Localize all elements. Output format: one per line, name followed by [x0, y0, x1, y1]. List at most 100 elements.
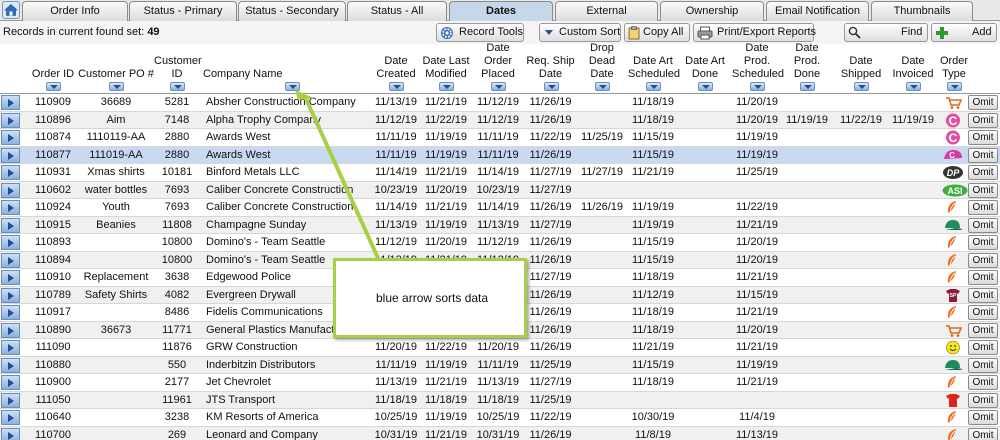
omit-button[interactable]: Omit — [968, 322, 998, 338]
omit-button[interactable]: Omit — [968, 305, 998, 320]
tab-status-primary[interactable]: Status - Primary — [129, 1, 237, 21]
sort-order-type-button[interactable] — [947, 82, 962, 91]
cell-po: 111019-AA — [89, 148, 143, 161]
tab-dates[interactable]: Dates — [449, 1, 553, 22]
record-tools-button[interactable]: Record Tools — [436, 23, 524, 42]
table-row[interactable]: 110877 111019-AA 2880 Awards West 11/11/19 11… — [0, 146, 1000, 164]
table-row[interactable]: 110874 1110119-AA 2880 Awards West 11/11/19 1… — [0, 129, 1000, 147]
go-to-record-arrow-icon[interactable] — [1, 392, 20, 408]
go-to-record-arrow-icon[interactable] — [1, 95, 20, 110]
go-to-record-arrow-icon[interactable] — [1, 252, 20, 268]
sort-placed-button[interactable] — [491, 82, 506, 91]
home-icon[interactable] — [2, 1, 20, 19]
omit-button[interactable]: Omit — [968, 200, 998, 215]
table-row[interactable]: 111090 11876 GRW Construction 11/20/19 11/22… — [0, 339, 1000, 357]
sort-drop-dead-button[interactable] — [595, 82, 610, 91]
sort-art-sched-button[interactable] — [646, 82, 661, 91]
go-to-record-arrow-icon[interactable] — [1, 130, 20, 145]
sort-order-id-button[interactable] — [46, 82, 61, 91]
svg-text:C: C — [949, 151, 955, 160]
tab-thumbnails[interactable]: Thumbnails — [871, 1, 973, 21]
sort-prod-sched-button[interactable] — [750, 82, 765, 91]
go-to-record-arrow-icon[interactable] — [1, 340, 20, 355]
omit-button[interactable]: Omit — [968, 392, 998, 408]
go-to-record-arrow-icon[interactable] — [1, 427, 20, 440]
sort-company-button[interactable] — [285, 82, 300, 91]
table-row[interactable]: 110896 Aim 7148 Alpha Trophy Company 11/12/1… — [0, 111, 1000, 129]
go-to-record-arrow-icon[interactable] — [1, 410, 20, 425]
cell-order-id: 110894 — [35, 253, 71, 266]
omit-button[interactable]: Omit — [968, 340, 998, 355]
cell-art-sched: 11/18/19 — [631, 376, 674, 388]
tab-ownership[interactable]: Ownership — [660, 1, 764, 21]
tab-status-secondary[interactable]: Status - Secondary — [238, 1, 346, 21]
sort-invoiced-button[interactable] — [906, 82, 921, 91]
table-row[interactable]: 110931 Xmas shirts 10181 Binford Metals LLC… — [0, 164, 1000, 182]
sort-created-button[interactable] — [389, 82, 404, 91]
custom-sort-button[interactable]: Custom Sort — [539, 23, 621, 42]
omit-button[interactable]: Omit — [968, 270, 998, 285]
tab-external[interactable]: External — [555, 1, 658, 21]
tab-status-all[interactable]: Status - All — [347, 1, 447, 21]
go-to-record-arrow-icon[interactable] — [1, 182, 20, 198]
go-to-record-arrow-icon[interactable] — [1, 147, 20, 163]
go-to-record-arrow-icon[interactable] — [1, 200, 20, 215]
cell-modified: 11/21/19 — [424, 166, 467, 178]
table-row[interactable]: 110900 2177 Jet Chevrolet 11/13/19 11/21/19 1… — [0, 374, 1000, 392]
go-to-record-arrow-icon[interactable] — [1, 305, 20, 320]
sort-shipped-button[interactable] — [854, 82, 869, 91]
go-to-record-arrow-icon[interactable] — [1, 235, 20, 250]
go-to-record-arrow-icon[interactable] — [1, 287, 20, 303]
table-row[interactable]: 110915 Beanies 11808 Champagne Sunday 11/13/… — [0, 216, 1000, 234]
cell-prod-sched: 11/21/19 — [735, 376, 778, 388]
sort-art-done-button[interactable] — [698, 82, 713, 91]
omit-button[interactable]: Omit — [968, 112, 998, 128]
omit-button[interactable]: Omit — [968, 287, 998, 303]
omit-button[interactable]: Omit — [968, 147, 998, 163]
add-button[interactable]: Add — [931, 23, 997, 42]
table-row[interactable]: 110924 Youth 7693 Caliber Concrete Construc… — [0, 199, 1000, 217]
table-row[interactable]: 110909 36689 5281 Absher Construction Compa… — [0, 94, 1000, 112]
sort-cust-id-button[interactable] — [170, 82, 185, 91]
omit-button[interactable]: Omit — [968, 165, 998, 180]
omit-button[interactable]: Omit — [968, 252, 998, 268]
go-to-record-arrow-icon[interactable] — [1, 217, 20, 233]
sort-po-button[interactable] — [109, 82, 124, 91]
print-export-button[interactable]: Print/Export Reports — [693, 23, 816, 42]
table-row[interactable]: 110893 10800 Domino's - Team Seattle 11/12/… — [0, 234, 1000, 252]
cell-placed: 10/25/19 — [476, 411, 520, 423]
omit-button[interactable]: Omit — [968, 217, 998, 233]
go-to-record-arrow-icon[interactable] — [1, 112, 20, 128]
go-to-record-arrow-icon[interactable] — [1, 357, 20, 373]
omit-button[interactable]: Omit — [968, 410, 998, 425]
find-button[interactable]: Find — [844, 23, 928, 42]
copy-all-button[interactable]: Copy All — [624, 23, 690, 42]
omit-button[interactable]: Omit — [968, 182, 998, 198]
go-to-record-arrow-icon[interactable] — [1, 165, 20, 180]
table-row[interactable]: 111050 11961 JTS Transport 11/18/19 11/18/19… — [0, 391, 1000, 409]
tab-email-notification[interactable]: Email Notification — [766, 1, 869, 21]
omit-button[interactable]: Omit — [968, 375, 998, 390]
tab-order-info[interactable]: Order Info — [22, 1, 128, 21]
column-header-prod-sched: Date Prod. Scheduled — [732, 42, 784, 80]
omit-button[interactable]: Omit — [968, 427, 998, 440]
table-row[interactable]: 110602 water bottles 7693 Caliber Concrete … — [0, 181, 1000, 199]
table-row[interactable]: 110880 550 Inderbitzin Distributors 11/11/1… — [0, 356, 1000, 374]
sort-prod-done-button[interactable] — [800, 82, 815, 91]
go-to-record-arrow-icon[interactable] — [1, 375, 20, 390]
cell-req-ship: 11/22/19 — [529, 131, 572, 143]
go-to-record-arrow-icon[interactable] — [1, 322, 20, 338]
sort-req-ship-button[interactable] — [543, 82, 559, 91]
sort-modified-button[interactable] — [439, 82, 454, 91]
omit-button[interactable]: Omit — [968, 235, 998, 250]
omit-button[interactable]: Omit — [968, 95, 998, 110]
omit-button[interactable]: Omit — [968, 357, 998, 373]
cell-created: 11/20/19 — [374, 341, 417, 353]
cell-po: 36689 — [100, 96, 132, 108]
table-row[interactable]: 110700 269 Leonard and Company 10/31/19 11/2… — [0, 426, 1000, 440]
go-to-record-arrow-icon[interactable] — [1, 270, 20, 285]
cell-prod-sched: 11/21/19 — [735, 341, 778, 353]
omit-button[interactable]: Omit — [968, 130, 998, 145]
cell-placed: 11/11/19 — [477, 148, 519, 161]
table-row[interactable]: 110640 3238 KM Resorts of America 10/25/19 1… — [0, 409, 1000, 427]
